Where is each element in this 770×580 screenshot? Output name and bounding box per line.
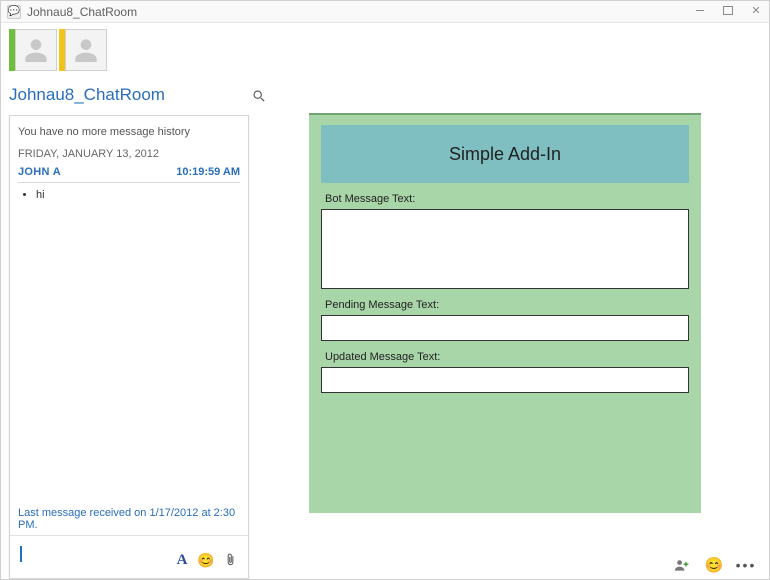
compose-toolbar: A 😊 [174,552,238,568]
updated-message-input[interactable] [321,367,689,393]
search-icon[interactable] [249,86,267,104]
window-title: Johnau8_ChatRoom [27,5,137,19]
updated-message-label: Updated Message Text: [325,351,689,363]
close-button[interactable] [747,3,765,17]
addin-box: Simple Add-In Bot Message Text: Pending … [309,113,701,513]
emoji-icon[interactable]: 😊 [198,552,214,568]
addin-panel: Simple Add-In Bot Message Text: Pending … [309,113,701,579]
message-sender: JOHN A [18,166,61,178]
titlebar: 💬 Johnau8_ChatRoom [1,1,769,23]
bot-message-label: Bot Message Text: [325,193,689,205]
maximize-button[interactable] [719,3,737,17]
minimize-button[interactable] [691,3,709,17]
avatar [15,29,57,71]
chat-card: You have no more message history FRIDAY,… [9,115,249,579]
history-notice: You have no more message history [18,126,240,138]
room-title-row: Johnau8_ChatRoom [9,85,267,105]
more-options-icon[interactable]: ••• [737,557,755,573]
message-date: FRIDAY, JANUARY 13, 2012 [18,148,240,160]
chat-panel: You have no more message history FRIDAY,… [9,115,249,579]
font-format-icon[interactable]: A [174,552,190,568]
text-cursor [20,546,22,562]
message-body: hi [18,189,240,501]
person-icon [20,34,52,66]
last-received: Last message received on 1/17/2012 at 2:… [18,501,240,531]
message-text: hi [36,189,240,201]
pending-message-input[interactable] [321,315,689,341]
message-time: 10:19:59 AM [176,166,240,178]
window-controls [691,3,765,17]
room-name: Johnau8_ChatRoom [9,85,249,105]
content-area: You have no more message history FRIDAY,… [1,109,769,579]
pending-message-label: Pending Message Text: [325,299,689,311]
participant-2[interactable] [59,29,107,71]
participant-1[interactable] [9,29,57,71]
participant-avatars [9,29,761,71]
addin-title: Simple Add-In [321,125,689,183]
compose-area[interactable]: A 😊 [18,536,240,572]
emoji-icon[interactable]: 😊 [705,557,723,573]
pending-message-group: Pending Message Text: [321,299,689,341]
avatar [65,29,107,71]
header: Johnau8_ChatRoom [1,23,769,109]
message-header: JOHN A 10:19:59 AM [18,166,240,183]
person-icon [70,34,102,66]
updated-message-group: Updated Message Text: [321,351,689,393]
app-icon: 💬 [7,5,21,19]
status-tray: 😊 ••• [673,557,755,573]
add-participant-icon[interactable] [673,557,691,573]
attachment-icon[interactable] [222,552,238,568]
app-window: 💬 Johnau8_ChatRoom Johnau8_Ch [0,0,770,580]
bot-message-group: Bot Message Text: [321,193,689,289]
bot-message-input[interactable] [321,209,689,289]
